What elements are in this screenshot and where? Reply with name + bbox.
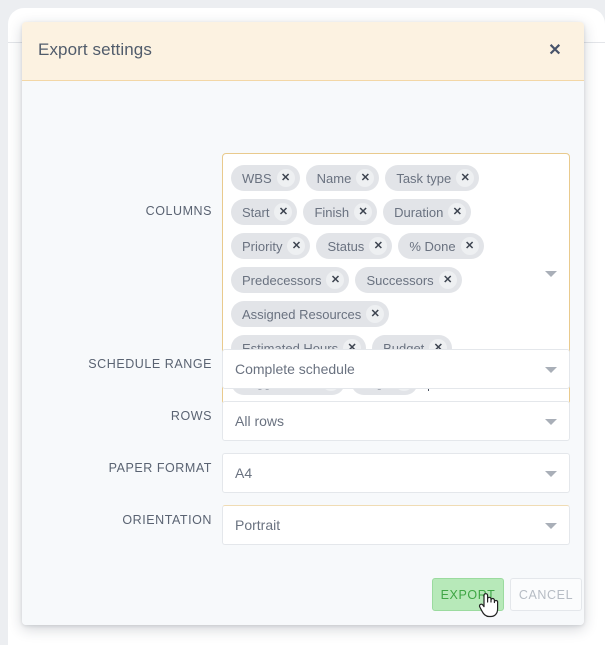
column-chip-label: Task type	[396, 170, 452, 186]
chip-line: WBS ✕ Name ✕ Task type ✕	[231, 161, 531, 195]
close-icon[interactable]: ✕	[287, 237, 306, 255]
orientation-select[interactable]: Portrait	[222, 505, 570, 545]
column-chip[interactable]: Successors ✕	[355, 267, 462, 293]
rows-select[interactable]: All rows	[222, 401, 570, 441]
export-button[interactable]: EXPORT	[432, 578, 504, 611]
column-chip[interactable]: % Done ✕	[398, 233, 484, 259]
column-chip-label: Priority	[242, 238, 283, 254]
schedule-range-value: Complete schedule	[235, 361, 355, 377]
close-icon[interactable]: ✕	[276, 169, 295, 187]
close-icon[interactable]: ✕	[326, 271, 345, 289]
orientation-label: ORIENTATION	[122, 513, 212, 527]
column-chip[interactable]: Start ✕	[231, 199, 298, 225]
chevron-down-icon	[545, 523, 557, 529]
export-settings-dialog: Export settings ✕ COLUMNS WBS ✕ Name ✕ Task …	[22, 22, 584, 625]
close-icon[interactable]: ✕	[438, 271, 457, 289]
dialog-footer: EXPORT CANCEL	[22, 576, 584, 625]
cancel-button[interactable]: CANCEL	[510, 578, 582, 611]
column-chip[interactable]: Status ✕	[316, 233, 393, 259]
column-chip-label: WBS	[242, 170, 272, 186]
dialog-header: Export settings ✕	[22, 22, 584, 81]
close-icon[interactable]: ✕	[456, 169, 475, 187]
chip-line: Start ✕ Finish ✕ Duration ✕	[231, 195, 531, 229]
dialog-title: Export settings	[38, 40, 152, 59]
close-icon[interactable]: ✕	[540, 36, 570, 66]
orientation-value: Portrait	[235, 517, 281, 533]
column-chip-label: Status	[327, 238, 365, 254]
column-chip[interactable]: Finish ✕	[303, 199, 378, 225]
column-chip-label: Start	[242, 204, 270, 220]
chevron-down-icon	[545, 471, 557, 477]
column-chip[interactable]: Duration ✕	[383, 199, 472, 225]
columns-row: COLUMNS WBS ✕ Name ✕ Task type ✕ Start ✕ Finish ✕…	[22, 81, 584, 405]
chevron-down-icon[interactable]	[545, 271, 557, 277]
column-chip-label: Assigned Resources	[242, 306, 362, 322]
column-chip[interactable]: Task type ✕	[385, 165, 480, 191]
chip-line: Priority ✕ Status ✕% Done ✕	[231, 229, 531, 263]
column-chip[interactable]: Assigned Resources ✕	[231, 301, 390, 327]
close-icon[interactable]: ✕	[448, 203, 467, 221]
rows-value: All rows	[235, 413, 285, 429]
column-chip-label: Successors	[366, 272, 434, 288]
close-icon[interactable]: ✕	[460, 237, 479, 255]
close-icon[interactable]: ✕	[356, 169, 375, 187]
column-chip-label: Finish	[314, 204, 350, 220]
close-icon[interactable]: ✕	[366, 305, 385, 323]
column-chip[interactable]: WBS ✕	[231, 165, 300, 191]
column-chip-label: % Done	[409, 238, 456, 254]
column-chip-label: Name	[316, 170, 352, 186]
close-icon[interactable]: ✕	[274, 203, 293, 221]
chevron-down-icon	[545, 367, 557, 373]
paper-format-label: PAPER FORMAT	[108, 461, 212, 475]
schedule-range-select[interactable]: Complete schedule	[222, 349, 570, 389]
paper-format-value: A4	[235, 465, 253, 481]
paper-format-select[interactable]: A4	[222, 453, 570, 493]
column-chip-label: Duration	[394, 204, 444, 220]
chevron-down-icon	[545, 419, 557, 425]
close-icon[interactable]: ✕	[369, 237, 388, 255]
schedule-range-label: SCHEDULE RANGE	[88, 357, 212, 371]
chip-line: Predecessors ✕ Successors ✕	[231, 263, 531, 297]
columns-label: COLUMNS	[145, 204, 212, 218]
column-chip-label: Predecessors	[242, 272, 322, 288]
column-chip[interactable]: Priority ✕	[231, 233, 311, 259]
chip-line: Assigned Resources ✕	[231, 297, 531, 331]
column-chip[interactable]: Name ✕	[305, 165, 380, 191]
rows-label: ROWS	[170, 409, 212, 423]
close-icon[interactable]: ✕	[354, 203, 373, 221]
dialog-body: COLUMNS WBS ✕ Name ✕ Task type ✕ Start ✕ Finish ✕…	[22, 81, 584, 576]
column-chip[interactable]: Predecessors ✕	[231, 267, 350, 293]
